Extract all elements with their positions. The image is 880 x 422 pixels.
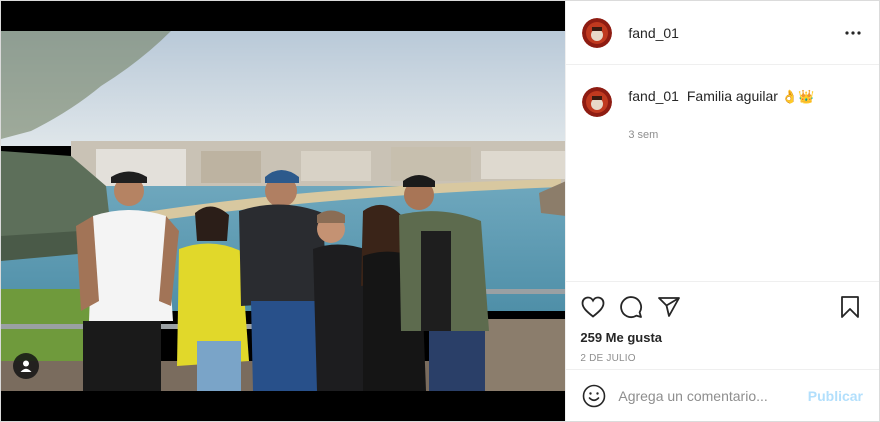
add-comment-box: Publicar (566, 369, 879, 421)
likes-count[interactable]: 259 Me gusta (580, 330, 863, 345)
share-icon (658, 297, 681, 317)
emoji-icon (583, 384, 606, 407)
avatar[interactable] (582, 17, 613, 48)
share-button[interactable] (656, 294, 682, 320)
more-options-icon (845, 30, 861, 35)
ok-hand-emoji: 👌 (781, 89, 798, 104)
post-header: fand_01 (566, 1, 879, 65)
more-options-button[interactable] (843, 23, 863, 43)
caption-avatar[interactable] (582, 87, 613, 117)
post-photo (1, 1, 566, 421)
crown-emoji: 👑 (797, 89, 815, 104)
comment-input[interactable] (618, 387, 800, 404)
caption-text: fand_01 Familia aguilar 👌👑 (628, 87, 814, 106)
like-button[interactable] (580, 294, 606, 320)
heart-icon (581, 296, 605, 318)
caption: fand_01 Familia aguilar 👌👑 (582, 87, 863, 117)
post-dialog: fand_01 fand_01 Familia aguilar 👌👑 3 sem… (0, 0, 880, 422)
emoji-button[interactable] (582, 384, 606, 408)
publish-button[interactable]: Publicar (808, 388, 863, 404)
comment-button[interactable] (618, 294, 644, 320)
caption-time[interactable]: 3 sem (628, 129, 863, 141)
caption-username[interactable]: fand_01 (628, 88, 679, 104)
header-username[interactable]: fand_01 (628, 25, 679, 41)
user-tag-icon (20, 360, 32, 372)
bookmark-icon (841, 296, 859, 318)
action-bar: 259 Me gusta 2 DE JULIO (566, 281, 879, 369)
caption-body: Familia aguilar (686, 88, 778, 104)
post-date: 2 DE JULIO (580, 353, 636, 364)
save-button[interactable] (837, 294, 863, 320)
action-icons (580, 294, 863, 320)
user-tag-button[interactable] (13, 353, 39, 379)
post-sidebar: fand_01 fand_01 Familia aguilar 👌👑 3 sem… (565, 1, 879, 421)
comments-section: fand_01 Familia aguilar 👌👑 3 sem (566, 65, 879, 281)
comment-icon (620, 296, 643, 318)
post-media[interactable] (1, 1, 566, 421)
